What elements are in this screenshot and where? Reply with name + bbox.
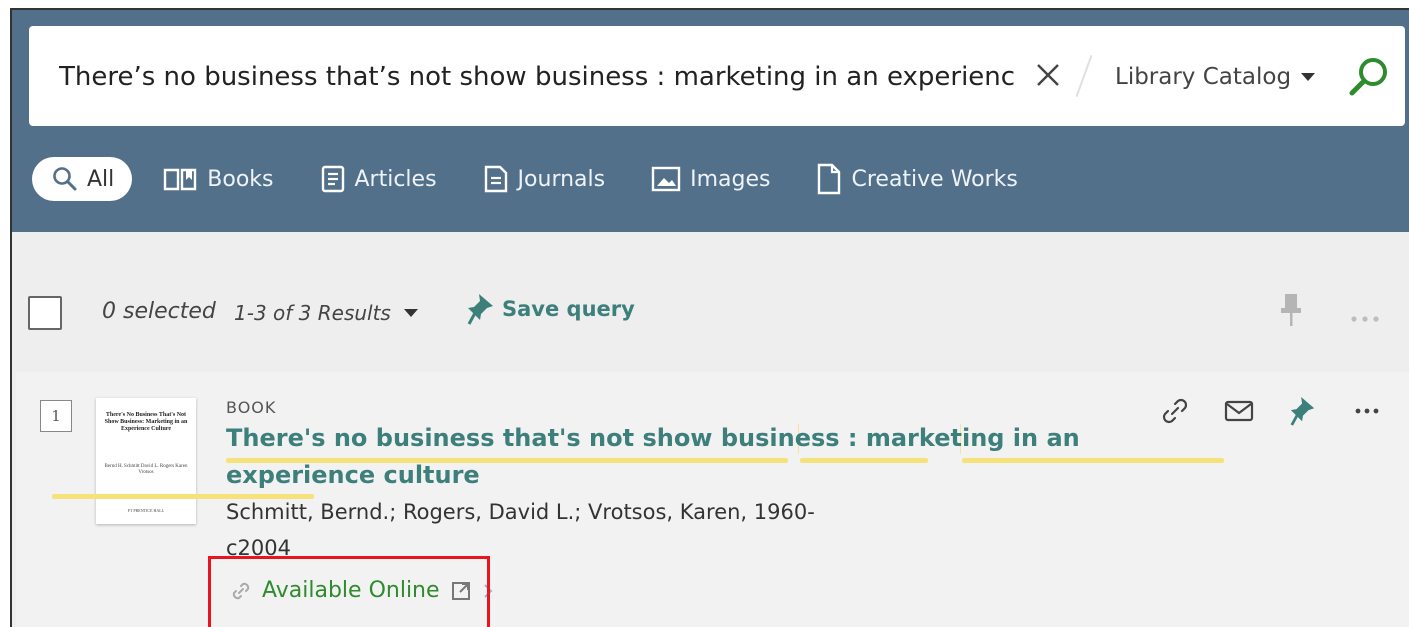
save-query-button[interactable]: Save query: [466, 292, 635, 326]
more-icon: [1351, 316, 1379, 322]
pin-record-button[interactable]: [1286, 394, 1320, 428]
results-toolbar: 0 selected 1-3 of 3 Results Save query: [12, 232, 1409, 372]
author-list: Schmitt, Bernd.; Rogers, David L.; Vrots…: [226, 500, 815, 524]
journal-icon: [484, 165, 507, 193]
search-input[interactable]: [59, 60, 1015, 94]
chevron-down-icon: [403, 309, 418, 317]
pin-icon: [1281, 294, 1301, 326]
availability-link[interactable]: Available Online: [230, 578, 494, 603]
result-title-link[interactable]: There's no business that's not show busi…: [226, 420, 1186, 494]
search-header: Library Catalog All: [12, 10, 1409, 232]
tab-images[interactable]: Images: [635, 157, 786, 201]
resource-type-tabs: All Books Articles Journals Images Creat…: [32, 156, 1048, 202]
email-button[interactable]: [1222, 394, 1256, 428]
result-number: 1: [40, 400, 72, 432]
thumbnail-authors: Bernd H. Schmitt David L. Rogers Karen V…: [104, 464, 188, 475]
selected-count: 0 selected: [102, 299, 216, 324]
select-all-checkbox[interactable]: [28, 296, 62, 330]
chevron-down-icon: [1301, 73, 1315, 81]
close-icon: [1037, 64, 1059, 86]
pinned-items-button[interactable]: [1278, 292, 1304, 333]
tab-label: Books: [207, 166, 274, 192]
tab-books[interactable]: Books: [146, 157, 289, 201]
tab-label: Creative Works: [851, 166, 1018, 192]
thumbnail-publisher: FT PRENTICE HALL: [127, 508, 165, 513]
search-icon: [53, 167, 77, 191]
tab-creative-works[interactable]: Creative Works: [800, 157, 1033, 201]
book-cover-thumbnail[interactable]: There's No Business That's Not Show Busi…: [96, 398, 196, 524]
tab-label: Journals: [517, 166, 606, 192]
search-bar: Library Catalog: [29, 26, 1405, 126]
result-authors: Schmitt, Bernd.; Rogers, David L.; Vrots…: [226, 494, 826, 566]
clear-search-button[interactable]: [1033, 60, 1063, 90]
pin-icon: [1290, 397, 1315, 426]
more-actions-button[interactable]: [1350, 310, 1380, 328]
record-more-actions-button[interactable]: [1350, 394, 1384, 428]
book-icon: [164, 168, 197, 191]
tab-label: Articles: [354, 166, 437, 192]
more-icon: [1355, 408, 1379, 414]
permalink-button[interactable]: [1158, 394, 1192, 428]
result-item[interactable]: 1 There's No Business That's Not Show Bu…: [16, 372, 1409, 627]
search-results-page: Library Catalog All: [10, 8, 1409, 627]
resource-type-label: BOOK: [226, 398, 277, 417]
search-button[interactable]: [1347, 54, 1391, 98]
tab-label: All: [87, 166, 115, 192]
results-count-label: 1-3 of 3 Results: [234, 301, 391, 325]
chevron-right-icon: [483, 583, 492, 598]
tab-journals[interactable]: Journals: [467, 157, 622, 201]
external-link-icon: [451, 581, 470, 600]
tab-articles[interactable]: Articles: [304, 157, 453, 201]
search-scope-label[interactable]: Library Catalog: [1115, 64, 1291, 90]
results-count-dropdown[interactable]: 1-3 of 3 Results: [234, 301, 419, 325]
scope-dropdown-button[interactable]: [1299, 70, 1317, 82]
search-divider: [1075, 54, 1093, 98]
save-query-label: Save query: [502, 297, 635, 321]
document-icon: [818, 163, 841, 195]
publication-date: c2004: [226, 536, 291, 560]
link-icon: [232, 582, 250, 599]
availability-label: Available Online: [262, 578, 440, 603]
link-icon: [1162, 398, 1188, 424]
search-icon: [1349, 58, 1387, 96]
image-icon: [651, 166, 681, 192]
tab-label: Images: [690, 166, 771, 192]
article-icon: [321, 165, 344, 193]
tab-all[interactable]: All: [32, 157, 133, 201]
mail-icon: [1224, 400, 1254, 422]
pin-icon: [467, 294, 493, 325]
result-actions: [1158, 394, 1409, 428]
thumbnail-title: There's No Business That's Not Show Busi…: [104, 412, 188, 432]
